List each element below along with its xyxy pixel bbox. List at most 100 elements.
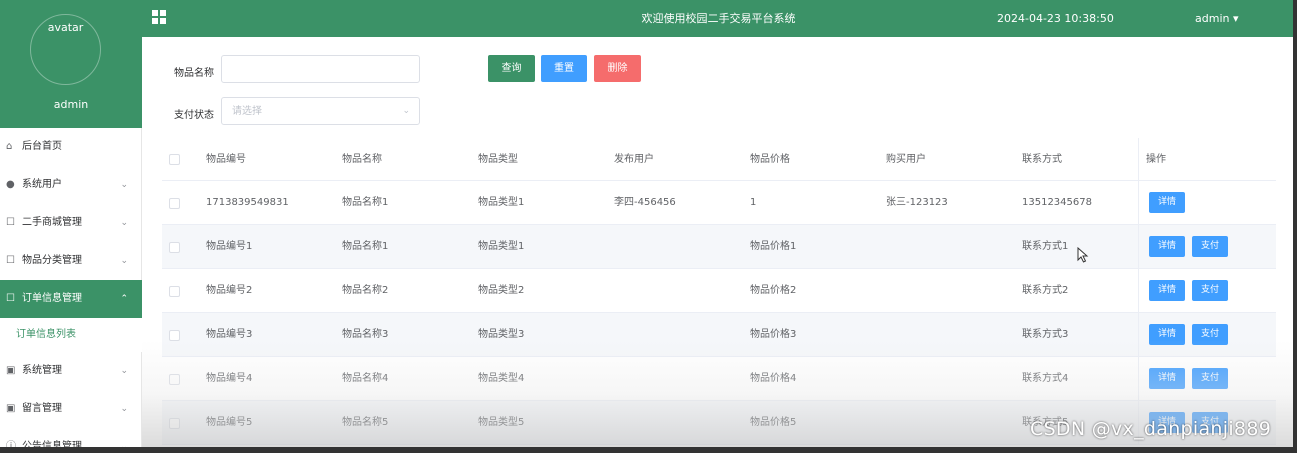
column-header: 联系方式 [1022,154,1062,165]
image-icon: ▣ [6,403,16,414]
mouse-cursor-icon [1077,247,1089,263]
query-button[interactable]: 查询 [488,55,535,82]
table-cell: 物品名称2 [342,285,389,296]
table-cell: 物品名称5 [342,417,389,428]
sidebar-item[interactable]: ⌂ 后台首页 [0,128,142,166]
table-cell: 联系方式2 [1022,285,1069,296]
table-row[interactable]: 物品编号4 物品名称4 物品类型4 物品价格4 联系方式4 详情 支付 [162,357,1276,401]
table-cell: 物品价格2 [750,285,797,296]
sidebar-item-label: 系统管理 [22,365,62,376]
sidebar-item-label: 物品分类管理 [22,255,82,266]
table-cell: 李四-456456 [614,197,676,208]
table-cell: 物品名称1 [342,241,389,252]
table-cell: 物品类型2 [478,285,525,296]
document-icon: ☐ [6,217,15,228]
details-button[interactable]: 详情 [1149,280,1186,301]
table-cell: 物品价格5 [750,417,797,428]
sidebar-item[interactable]: ☐ 物品分类管理 ⌄ [0,242,142,280]
chevron-down-icon: ⌄ [120,218,128,228]
column-header: 购买用户 [886,154,926,165]
submenu-item[interactable]: 订单信息列表 [0,318,142,352]
table-header: 物品编号 物品名称 物品类型 发布用户 物品价格 购买用户 联系方式 操作 [162,138,1276,181]
table-cell: 物品价格3 [750,329,797,340]
app-window: avatar admin ⌂ 后台首页 ● 系统用户 ⌄ ☐ 二手商城管理 ⌄ ☐ 物品分类管理 ⌄… [0,0,1297,453]
table-cell: 物品价格4 [750,373,797,384]
sidebar-item-label: 订单信息列表 [16,329,76,340]
avatar-label: avatar [47,21,84,34]
chevron-down-icon: ⌄ [120,180,128,190]
row-checkbox[interactable] [169,418,180,429]
pay-button[interactable]: 支付 [1192,280,1229,301]
sidebar: avatar admin ⌂ 后台首页 ● 系统用户 ⌄ ☐ 二手商城管理 ⌄ ☐ 物品分类管理 ⌄… [0,0,142,453]
sidebar-item-label: 留言管理 [22,403,62,414]
watermark: CSDN @vx_danpianji889 [1030,418,1272,440]
table-cell: 物品价格1 [750,241,797,252]
user-icon: ● [6,179,15,190]
chevron-down-icon: ⌄ [120,404,128,414]
item-name-input[interactable] [221,55,420,83]
select-all-checkbox[interactable] [169,154,180,165]
sidebar-item[interactable]: ● 系统用户 ⌄ [0,166,142,204]
row-checkbox[interactable] [169,374,180,385]
column-header: 物品类型 [478,154,518,165]
table-cell: 张三-123123 [886,197,948,208]
column-header: 物品价格 [750,154,790,165]
sidebar-item[interactable]: ☐ 订单信息管理 ⌃ [0,280,142,318]
row-checkbox[interactable] [169,286,180,297]
table-cell: 物品类型3 [478,329,525,340]
sidebar-header: avatar admin [0,0,142,128]
actions-column-divider [1138,138,1276,180]
document-icon: ☐ [6,293,15,304]
pay-button[interactable]: 支付 [1192,236,1229,257]
delete-button[interactable]: 删除 [594,55,641,82]
avatar[interactable]: avatar [30,14,101,85]
table-cell: 物品类型5 [478,417,525,428]
sidebar-item[interactable]: ▣ 留言管理 ⌄ [0,390,142,428]
details-button[interactable]: 详情 [1149,236,1186,257]
sidebar-item[interactable]: ▣ 系统管理 ⌄ [0,352,142,390]
details-button[interactable]: 详情 [1149,192,1186,213]
table-cell: 物品编号5 [206,417,253,428]
table-cell: 物品编号3 [206,329,253,340]
pay-button[interactable]: 支付 [1192,324,1229,345]
app-title: 欢迎使用校园二手交易平台系统 [641,12,796,25]
table-cell: 物品编号1 [206,241,253,252]
payment-status-label: 支付状态 [174,110,214,121]
chevron-down-icon: ⌄ [120,256,128,266]
table-row[interactable]: 物品编号3 物品名称3 物品类型3 物品价格3 联系方式3 详情 支付 [162,313,1276,357]
image-icon: ▣ [6,365,16,376]
app-title-wrap: 欢迎使用校园二手交易平台系统 [142,0,1293,37]
sidebar-item-label: 系统用户 [22,179,62,190]
window-right-edge [1293,0,1297,453]
table-row[interactable]: 1713839549831 物品名称1 物品类型1 李四-456456 1 张三-1231… [162,181,1276,225]
row-checkbox[interactable] [169,198,180,209]
user-dropdown[interactable]: admin ▾ [1195,0,1238,37]
table-cell: 物品类型1 [478,197,525,208]
sidebar-item-label: 订单信息管理 [22,293,82,304]
table-cell: 物品编号2 [206,285,253,296]
table-cell: 物品类型4 [478,373,525,384]
details-button[interactable]: 详情 [1149,368,1186,389]
table-row[interactable]: 物品编号2 物品名称2 物品类型2 物品价格2 联系方式2 详情 支付 [162,269,1276,313]
table-row[interactable]: 物品编号1 物品名称1 物品类型1 物品价格1 联系方式1 详情 支付 [162,225,1276,269]
column-header: 物品名称 [342,154,382,165]
table-cell: 联系方式1 [1022,241,1069,252]
top-bar: 欢迎使用校园二手交易平台系统 2024-04-23 10:38:50 admin… [142,0,1293,37]
details-button[interactable]: 详情 [1149,324,1186,345]
row-actions: 详情 支付 [1138,225,1276,268]
sidebar-menu: ⌂ 后台首页 ● 系统用户 ⌄ ☐ 二手商城管理 ⌄ ☐ 物品分类管理 ⌄ ☐ 订单信息管理 ⌃ 订单信息列… [0,128,142,453]
document-icon: ☐ [6,255,15,266]
row-checkbox[interactable] [169,330,180,341]
sidebar-item[interactable]: ☐ 二手商城管理 ⌄ [0,204,142,242]
window-bottom-edge [0,447,1297,453]
sidebar-item-label: 二手商城管理 [22,217,82,228]
pay-button[interactable]: 支付 [1192,368,1229,389]
payment-status-placeholder: 请选择 [232,106,262,117]
reset-button[interactable]: 重置 [541,55,587,82]
table-cell: 物品名称4 [342,373,389,384]
payment-status-select[interactable]: 请选择 ⌄ [221,97,420,125]
chevron-up-icon: ⌃ [120,294,128,304]
table-cell: 13512345678 [1022,197,1092,208]
table-cell: 物品名称3 [342,329,389,340]
row-checkbox[interactable] [169,242,180,253]
